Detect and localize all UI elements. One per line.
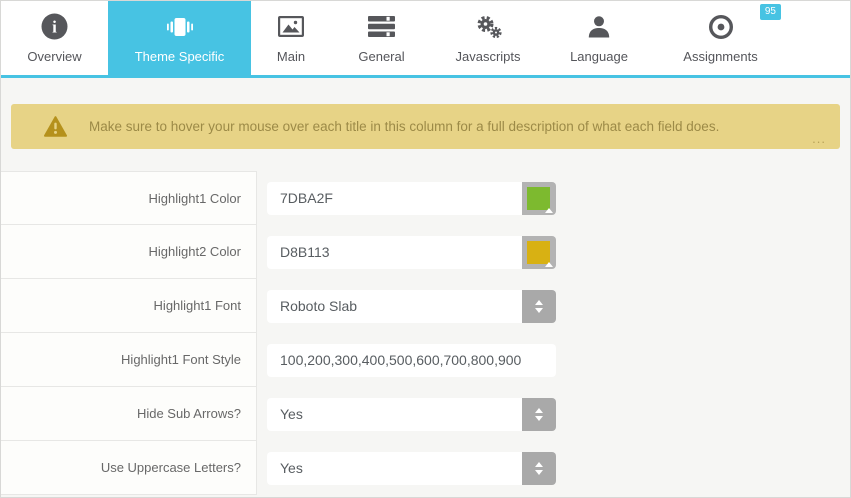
svg-text:i: i	[52, 18, 57, 37]
select-value: Yes	[267, 398, 522, 431]
select-spinner-icon	[522, 452, 556, 485]
field-label-text: Highlight1 Color	[149, 191, 242, 206]
tab-label: General	[358, 49, 404, 64]
field-label: Hide Sub Arrows?	[1, 387, 257, 441]
caret-down-icon	[535, 308, 543, 313]
caret-down-icon	[535, 470, 543, 475]
select-value: Yes	[267, 452, 522, 485]
form-row-highlight2-color: Highlight2 Color	[1, 225, 850, 279]
caret-up-icon	[535, 462, 543, 467]
hide-sub-arrows-select[interactable]: Yes	[267, 398, 556, 431]
highlight1-font-style-field	[267, 344, 556, 377]
info-icon: i	[41, 13, 68, 41]
field-label-text: Hide Sub Arrows?	[137, 406, 241, 421]
form-row-highlight1-font: Highlight1 Font Roboto Slab	[1, 279, 850, 333]
field-label-text: Use Uppercase Letters?	[101, 460, 241, 475]
field-label: Highlight1 Font	[1, 279, 257, 333]
settings-form: Highlight1 Color Highlight2 Color	[1, 171, 850, 495]
field-label: Highlight1 Color	[1, 171, 257, 225]
field-label-text: Highlight2 Color	[149, 244, 242, 259]
highlight2-color-input[interactable]	[267, 236, 522, 269]
highlight1-font-style-input[interactable]	[267, 344, 556, 377]
tab-bar: i Overview Theme Specific	[1, 1, 850, 78]
form-row-use-uppercase-letters: Use Uppercase Letters? Yes	[1, 441, 850, 495]
tab-assignments[interactable]: 95 Assignments	[654, 1, 787, 75]
swatch-caret-icon	[545, 262, 553, 267]
warning-banner: Make sure to hover your mouse over each …	[11, 104, 840, 149]
highlight1-color-field	[267, 182, 556, 215]
tab-label: Assignments	[683, 49, 757, 64]
form-row-highlight1-color: Highlight1 Color	[1, 171, 850, 225]
select-spinner-icon	[522, 398, 556, 431]
highlight1-color-swatch-button[interactable]	[522, 182, 556, 215]
notification-badge: 95	[760, 4, 781, 20]
tab-language[interactable]: Language	[544, 1, 654, 75]
use-uppercase-letters-select[interactable]: Yes	[267, 452, 556, 485]
tab-label: Theme Specific	[135, 49, 225, 64]
swatch-caret-icon	[545, 208, 553, 213]
gears-icon	[475, 13, 502, 41]
color-swatch	[527, 241, 550, 264]
tab-label: Overview	[27, 49, 81, 64]
field-label: Use Uppercase Letters?	[1, 441, 257, 495]
caret-up-icon	[535, 300, 543, 305]
highlight2-color-swatch-button[interactable]	[522, 236, 556, 269]
select-value: Roboto Slab	[267, 290, 522, 323]
highlight1-font-select[interactable]: Roboto Slab	[267, 290, 556, 323]
warning-triangle-icon	[44, 116, 67, 137]
tab-general[interactable]: General	[331, 1, 432, 75]
tab-main[interactable]: Main	[251, 1, 331, 75]
caret-down-icon	[535, 416, 543, 421]
banner-message: Make sure to hover your mouse over each …	[89, 119, 719, 134]
tab-label: Javascripts	[455, 49, 520, 64]
field-label-text: Highlight1 Font Style	[121, 352, 241, 367]
user-icon	[587, 13, 611, 41]
banner-ellipsis: ...	[812, 131, 826, 146]
select-spinner-icon	[522, 290, 556, 323]
highlight2-color-field	[267, 236, 556, 269]
target-icon	[708, 13, 734, 41]
highlight1-color-input[interactable]	[267, 182, 522, 215]
form-row-hide-sub-arrows: Hide Sub Arrows? Yes	[1, 387, 850, 441]
tab-overview[interactable]: i Overview	[1, 1, 108, 75]
field-label: Highlight2 Color	[1, 225, 257, 279]
theme-settings-page: i Overview Theme Specific	[0, 0, 851, 498]
image-icon	[278, 13, 304, 41]
field-label: Highlight1 Font Style	[1, 333, 257, 387]
field-label-text: Highlight1 Font	[154, 298, 241, 313]
form-row-highlight1-font-style: Highlight1 Font Style	[1, 333, 850, 387]
color-swatch	[527, 187, 550, 210]
server-icon	[368, 13, 395, 41]
tab-label: Main	[277, 49, 305, 64]
caret-up-icon	[535, 408, 543, 413]
tab-theme-specific[interactable]: Theme Specific	[108, 1, 251, 75]
tab-label: Language	[570, 49, 628, 64]
carousel-icon	[165, 13, 195, 41]
tab-javascripts[interactable]: Javascripts	[432, 1, 544, 75]
